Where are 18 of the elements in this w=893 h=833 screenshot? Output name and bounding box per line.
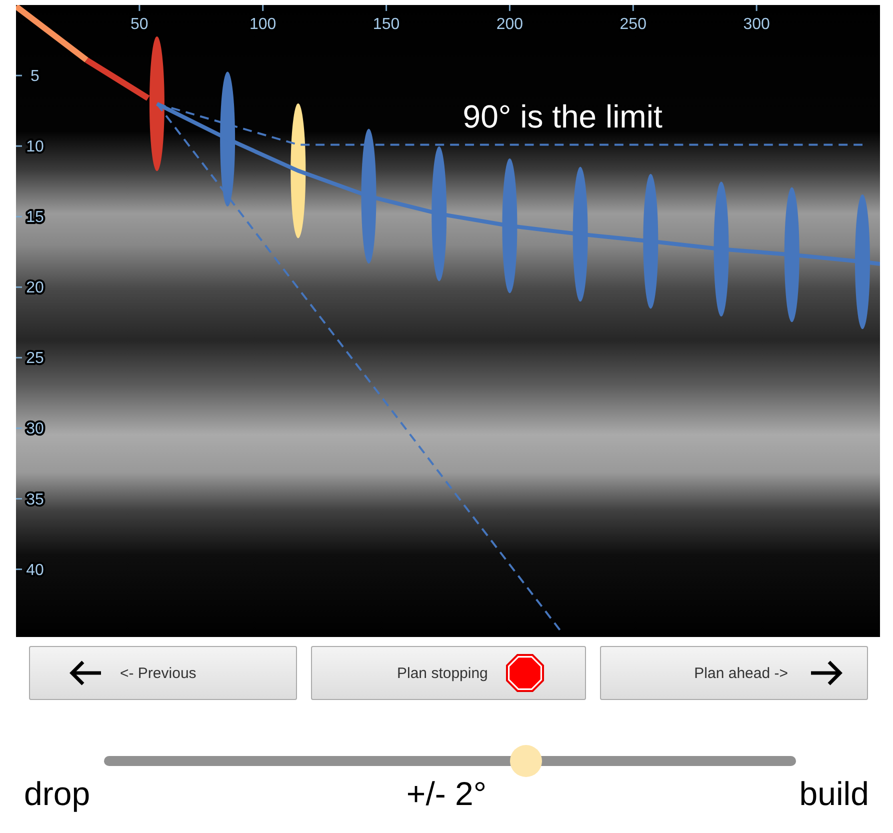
tick-label: 250 <box>620 16 646 33</box>
tick-label: 100 <box>250 16 276 33</box>
tick-label: 300 <box>743 16 770 33</box>
tick-label: 50 <box>130 16 148 33</box>
slider-reading: +/- 2° <box>406 777 487 811</box>
tick-label: 150 <box>372 16 400 33</box>
tick-label: 10 <box>26 138 44 156</box>
slider-min-label: drop <box>24 777 90 811</box>
tick-label: 5 <box>30 68 40 86</box>
tick-label: 40 <box>26 562 44 579</box>
tick-label: 20 <box>26 280 44 297</box>
tick-label: 15 <box>26 209 44 226</box>
slider-max-label: build <box>799 777 869 811</box>
tick-label: 30 <box>26 420 44 438</box>
tick-label: 25 <box>26 350 44 368</box>
annotation-text: 90° is the limit <box>462 98 662 135</box>
tick-label: 200 <box>496 16 524 33</box>
tick-label: 35 <box>26 491 44 508</box>
